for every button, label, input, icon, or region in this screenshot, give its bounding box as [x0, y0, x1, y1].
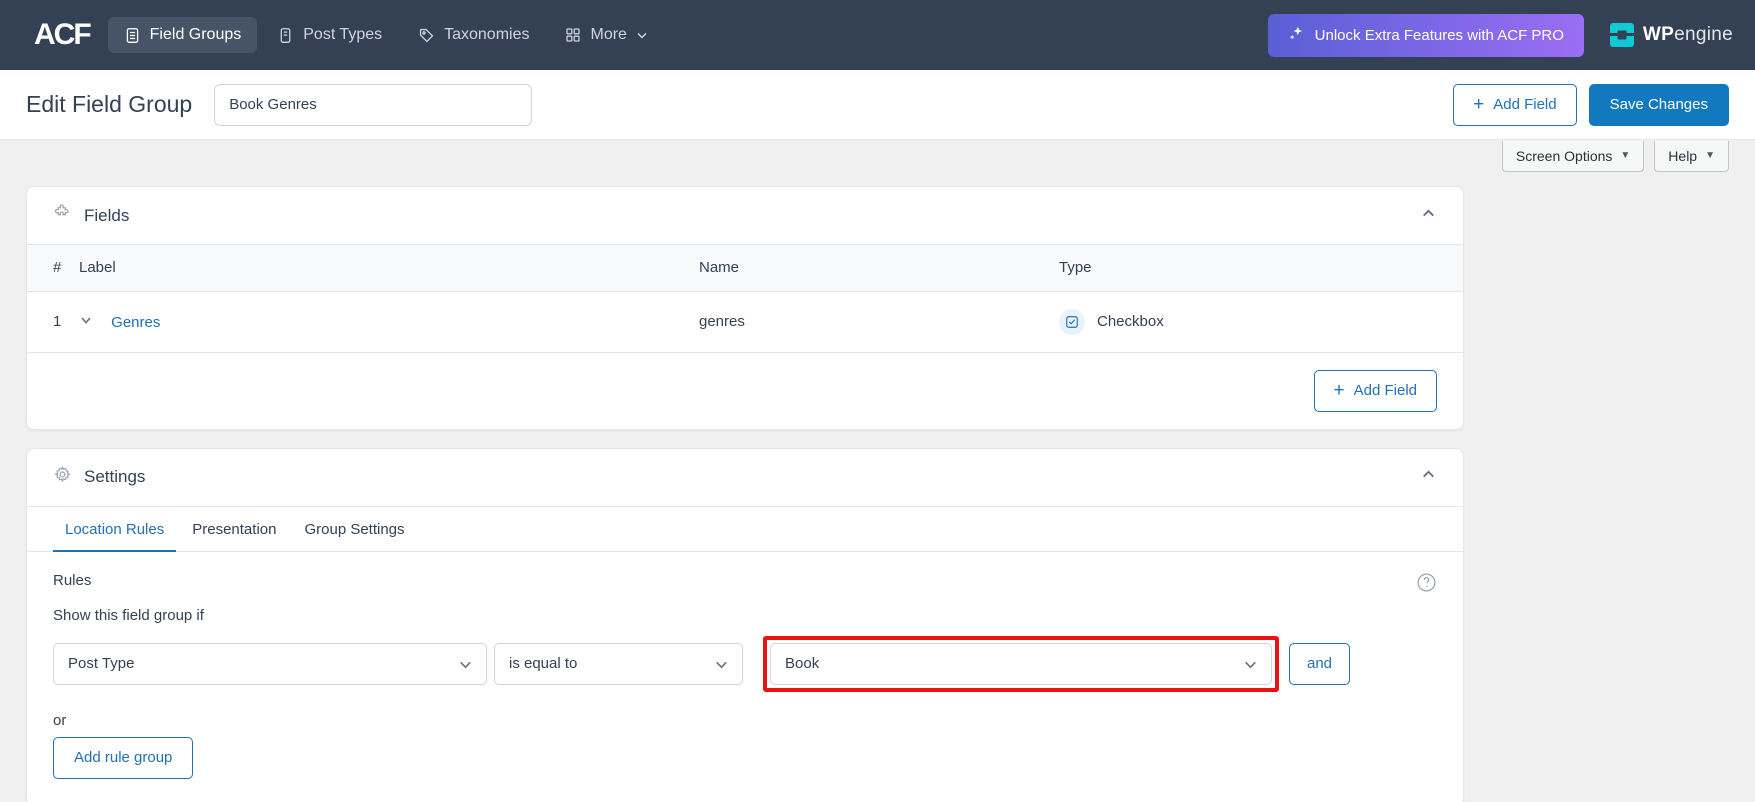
- checkbox-icon: [1059, 309, 1085, 335]
- row-label-cell: Genres: [79, 291, 699, 352]
- rule-value-select[interactable]: Book: [770, 643, 1272, 685]
- unlock-acf-pro-button[interactable]: Unlock Extra Features with ACF PRO: [1268, 14, 1584, 57]
- row-field-name: genres: [699, 291, 1059, 352]
- save-changes-button[interactable]: Save Changes: [1589, 84, 1729, 126]
- location-rules-body: Rules Show this field group if Post Type: [27, 552, 1463, 802]
- rule-operator-value: is equal to: [509, 655, 577, 672]
- rule-operator-select[interactable]: is equal to: [494, 643, 743, 685]
- field-group-title-input[interactable]: [214, 84, 532, 126]
- fields-panel-footer: + Add Field: [27, 353, 1463, 429]
- nav-item-post-types[interactable]: Post Types: [261, 17, 398, 53]
- column-header-name: Name: [699, 245, 1059, 291]
- settings-panel-collapse-toggle[interactable]: [1420, 466, 1437, 488]
- add-field-label-panel: Add Field: [1354, 382, 1417, 399]
- nav-label-taxonomies: Taxonomies: [444, 26, 529, 44]
- plus-icon: +: [1473, 95, 1484, 114]
- wpengine-logo: WPengine: [1610, 23, 1733, 47]
- edit-field-group-header: Edit Field Group + Add Field Save Change…: [0, 70, 1755, 140]
- add-rule-group-button[interactable]: Add rule group: [53, 737, 193, 779]
- nav-label-field-groups: Field Groups: [150, 26, 242, 44]
- chevron-down-icon: [458, 657, 473, 676]
- field-label-link[interactable]: Genres: [111, 314, 160, 331]
- and-label: and: [1307, 655, 1332, 672]
- nav-item-more[interactable]: More: [549, 17, 663, 53]
- rule-param-value: Post Type: [68, 655, 134, 672]
- screen-options-label: Screen Options: [1516, 148, 1613, 164]
- screen-meta-row: Screen Options ▼ Help ▼: [0, 140, 1755, 186]
- acf-logo: ACF: [34, 18, 90, 52]
- gear-icon: [53, 465, 72, 489]
- fields-table: # Label Name Type 1: [27, 245, 1463, 353]
- fields-panel: Fields # Label Name Type: [26, 186, 1464, 430]
- fields-table-header-row: # Label Name Type: [27, 245, 1463, 291]
- rule-param-select[interactable]: Post Type: [53, 643, 487, 685]
- column-header-type: Type: [1059, 245, 1463, 291]
- tab-presentation[interactable]: Presentation: [180, 507, 288, 552]
- column-header-label: Label: [79, 245, 699, 291]
- fields-table-head: # Label Name Type: [27, 245, 1463, 291]
- rules-heading: Rules: [53, 572, 1437, 589]
- plus-icon: +: [1334, 381, 1345, 400]
- fields-panel-label: Fields: [84, 206, 129, 226]
- or-label: or: [53, 712, 1437, 729]
- row-number: 1: [27, 291, 79, 352]
- field-type-label: Checkbox: [1097, 313, 1164, 330]
- fields-table-body: 1 Genres genres: [27, 291, 1463, 352]
- settings-panel-title: Settings: [53, 465, 145, 489]
- wpengine-engine: engine: [1674, 24, 1733, 45]
- fields-panel-header: Fields: [27, 187, 1463, 245]
- add-field-button-panel[interactable]: + Add Field: [1314, 370, 1437, 412]
- settings-tabs: Location Rules Presentation Group Settin…: [27, 507, 1463, 552]
- tab-location-rules[interactable]: Location Rules: [53, 507, 176, 552]
- puzzle-piece-icon: [53, 204, 72, 228]
- location-rule-row: Post Type is equal to: [53, 636, 1437, 692]
- screen-options-button[interactable]: Screen Options ▼: [1502, 141, 1644, 172]
- chevron-down-icon: ▼: [1620, 150, 1630, 161]
- column-header-number: #: [27, 245, 79, 291]
- settings-panel: Settings Location Rules Presentation Gro…: [26, 448, 1464, 802]
- fields-panel-title: Fields: [53, 204, 129, 228]
- settings-panel-header: Settings: [27, 449, 1463, 507]
- field-groups-icon: [124, 27, 141, 44]
- settings-panel-label: Settings: [84, 467, 145, 487]
- wpengine-mark-icon: [1610, 23, 1634, 47]
- chevron-down-icon: [1243, 657, 1258, 676]
- nav-item-taxonomies[interactable]: Taxonomies: [402, 17, 545, 53]
- post-types-icon: [277, 27, 294, 44]
- nav-item-field-groups[interactable]: Field Groups: [108, 17, 258, 53]
- rules-subheading: Show this field group if: [53, 607, 1437, 624]
- save-changes-label: Save Changes: [1610, 96, 1708, 113]
- chevron-down-icon: ▼: [1705, 150, 1715, 161]
- acf-edit-field-group-page: ACF Field Groups Post Types: [0, 0, 1755, 802]
- taxonomies-tag-icon: [418, 27, 435, 44]
- add-rule-group-label: Add rule group: [74, 749, 172, 766]
- add-field-button-header[interactable]: + Add Field: [1453, 84, 1576, 126]
- highlight-annotation-rule-value: Book: [763, 636, 1279, 692]
- table-row: 1 Genres genres: [27, 291, 1463, 352]
- field-type: Checkbox: [1059, 309, 1463, 335]
- add-field-label-header: Add Field: [1493, 96, 1556, 113]
- tab-group-settings[interactable]: Group Settings: [292, 507, 416, 552]
- page-title: Edit Field Group: [26, 91, 192, 118]
- question-mark-icon[interactable]: [1416, 572, 1437, 593]
- grid-icon: [565, 27, 581, 43]
- fields-panel-collapse-toggle[interactable]: [1420, 205, 1437, 227]
- rule-value-text: Book: [785, 655, 819, 672]
- unlock-acf-pro-label: Unlock Extra Features with ACF PRO: [1315, 27, 1564, 44]
- wpengine-wp: WP: [1643, 24, 1674, 45]
- nav-label-more: More: [590, 26, 626, 44]
- main-content: Fields # Label Name Type: [0, 186, 1755, 802]
- help-label: Help: [1668, 148, 1697, 164]
- chevron-down-icon: [636, 29, 648, 41]
- row-field-type-cell: Checkbox: [1059, 291, 1463, 352]
- help-button[interactable]: Help ▼: [1654, 141, 1729, 172]
- wpengine-wordmark: WPengine: [1643, 24, 1733, 46]
- sparkle-icon: [1288, 25, 1305, 46]
- chevron-down-icon: [714, 657, 729, 676]
- acf-top-bar: ACF Field Groups Post Types: [0, 0, 1755, 70]
- nav-label-post-types: Post Types: [303, 26, 382, 44]
- add-and-rule-button[interactable]: and: [1289, 643, 1350, 685]
- row-expand-toggle[interactable]: [79, 314, 97, 331]
